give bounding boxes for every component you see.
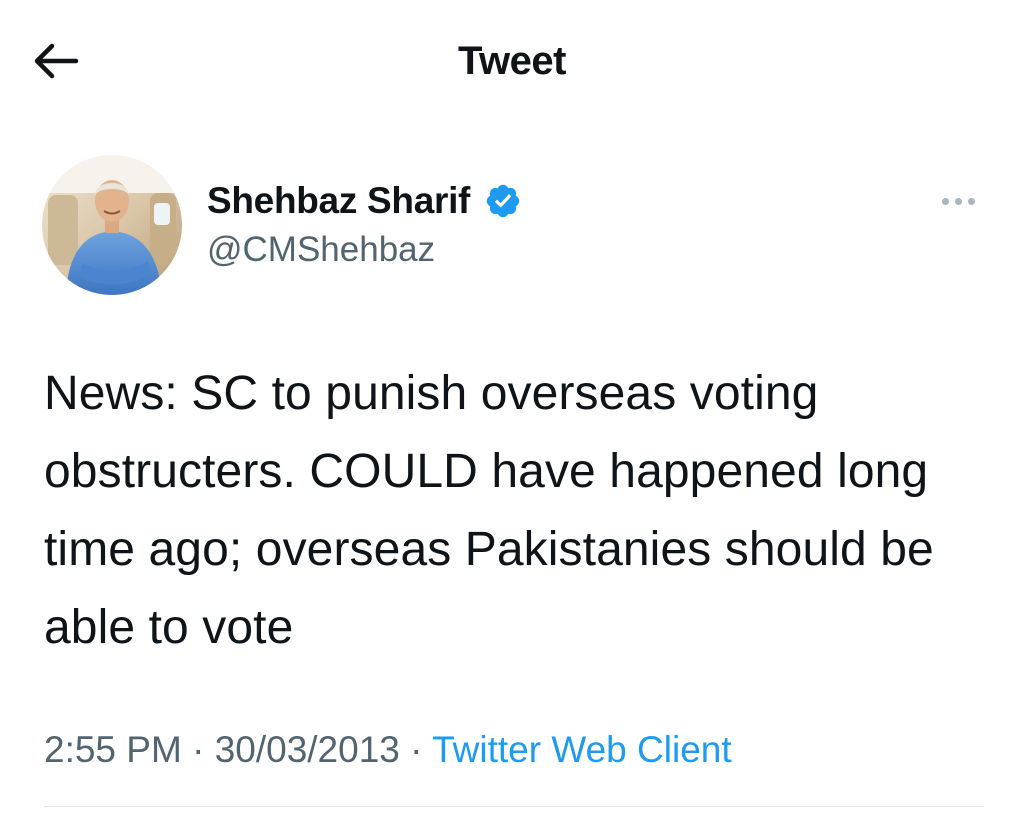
more-horizontal-icon (967, 197, 975, 205)
divider (44, 806, 984, 807)
name-row: Shehbaz Sharif (207, 177, 522, 225)
tweet-source-link[interactable]: Twitter Web Client (432, 729, 732, 770)
username-handle[interactable]: @CMShehbaz (207, 227, 435, 273)
more-options-button[interactable] (934, 185, 982, 217)
top-bar: Tweet (0, 0, 1024, 125)
avatar[interactable] (42, 155, 182, 295)
tweet-date[interactable]: 30/03/2013 (215, 729, 400, 770)
page-title: Tweet (458, 39, 566, 83)
meta-separator: · (192, 729, 205, 770)
display-name[interactable]: Shehbaz Sharif (207, 177, 470, 225)
tweet-metadata: 2:55 PM · 30/03/2013 · Twitter Web Clien… (44, 726, 732, 774)
meta-separator: · (410, 729, 423, 770)
tweet-text: News: SC to punish overseas voting obstr… (44, 367, 934, 654)
more-horizontal-icon (941, 197, 949, 205)
verified-badge-icon (486, 184, 520, 218)
avatar-image (42, 155, 182, 295)
tweet-time[interactable]: 2:55 PM (44, 729, 182, 770)
tweet-author: Shehbaz Sharif @CMShehbaz (42, 155, 982, 300)
more-horizontal-icon (954, 197, 962, 205)
